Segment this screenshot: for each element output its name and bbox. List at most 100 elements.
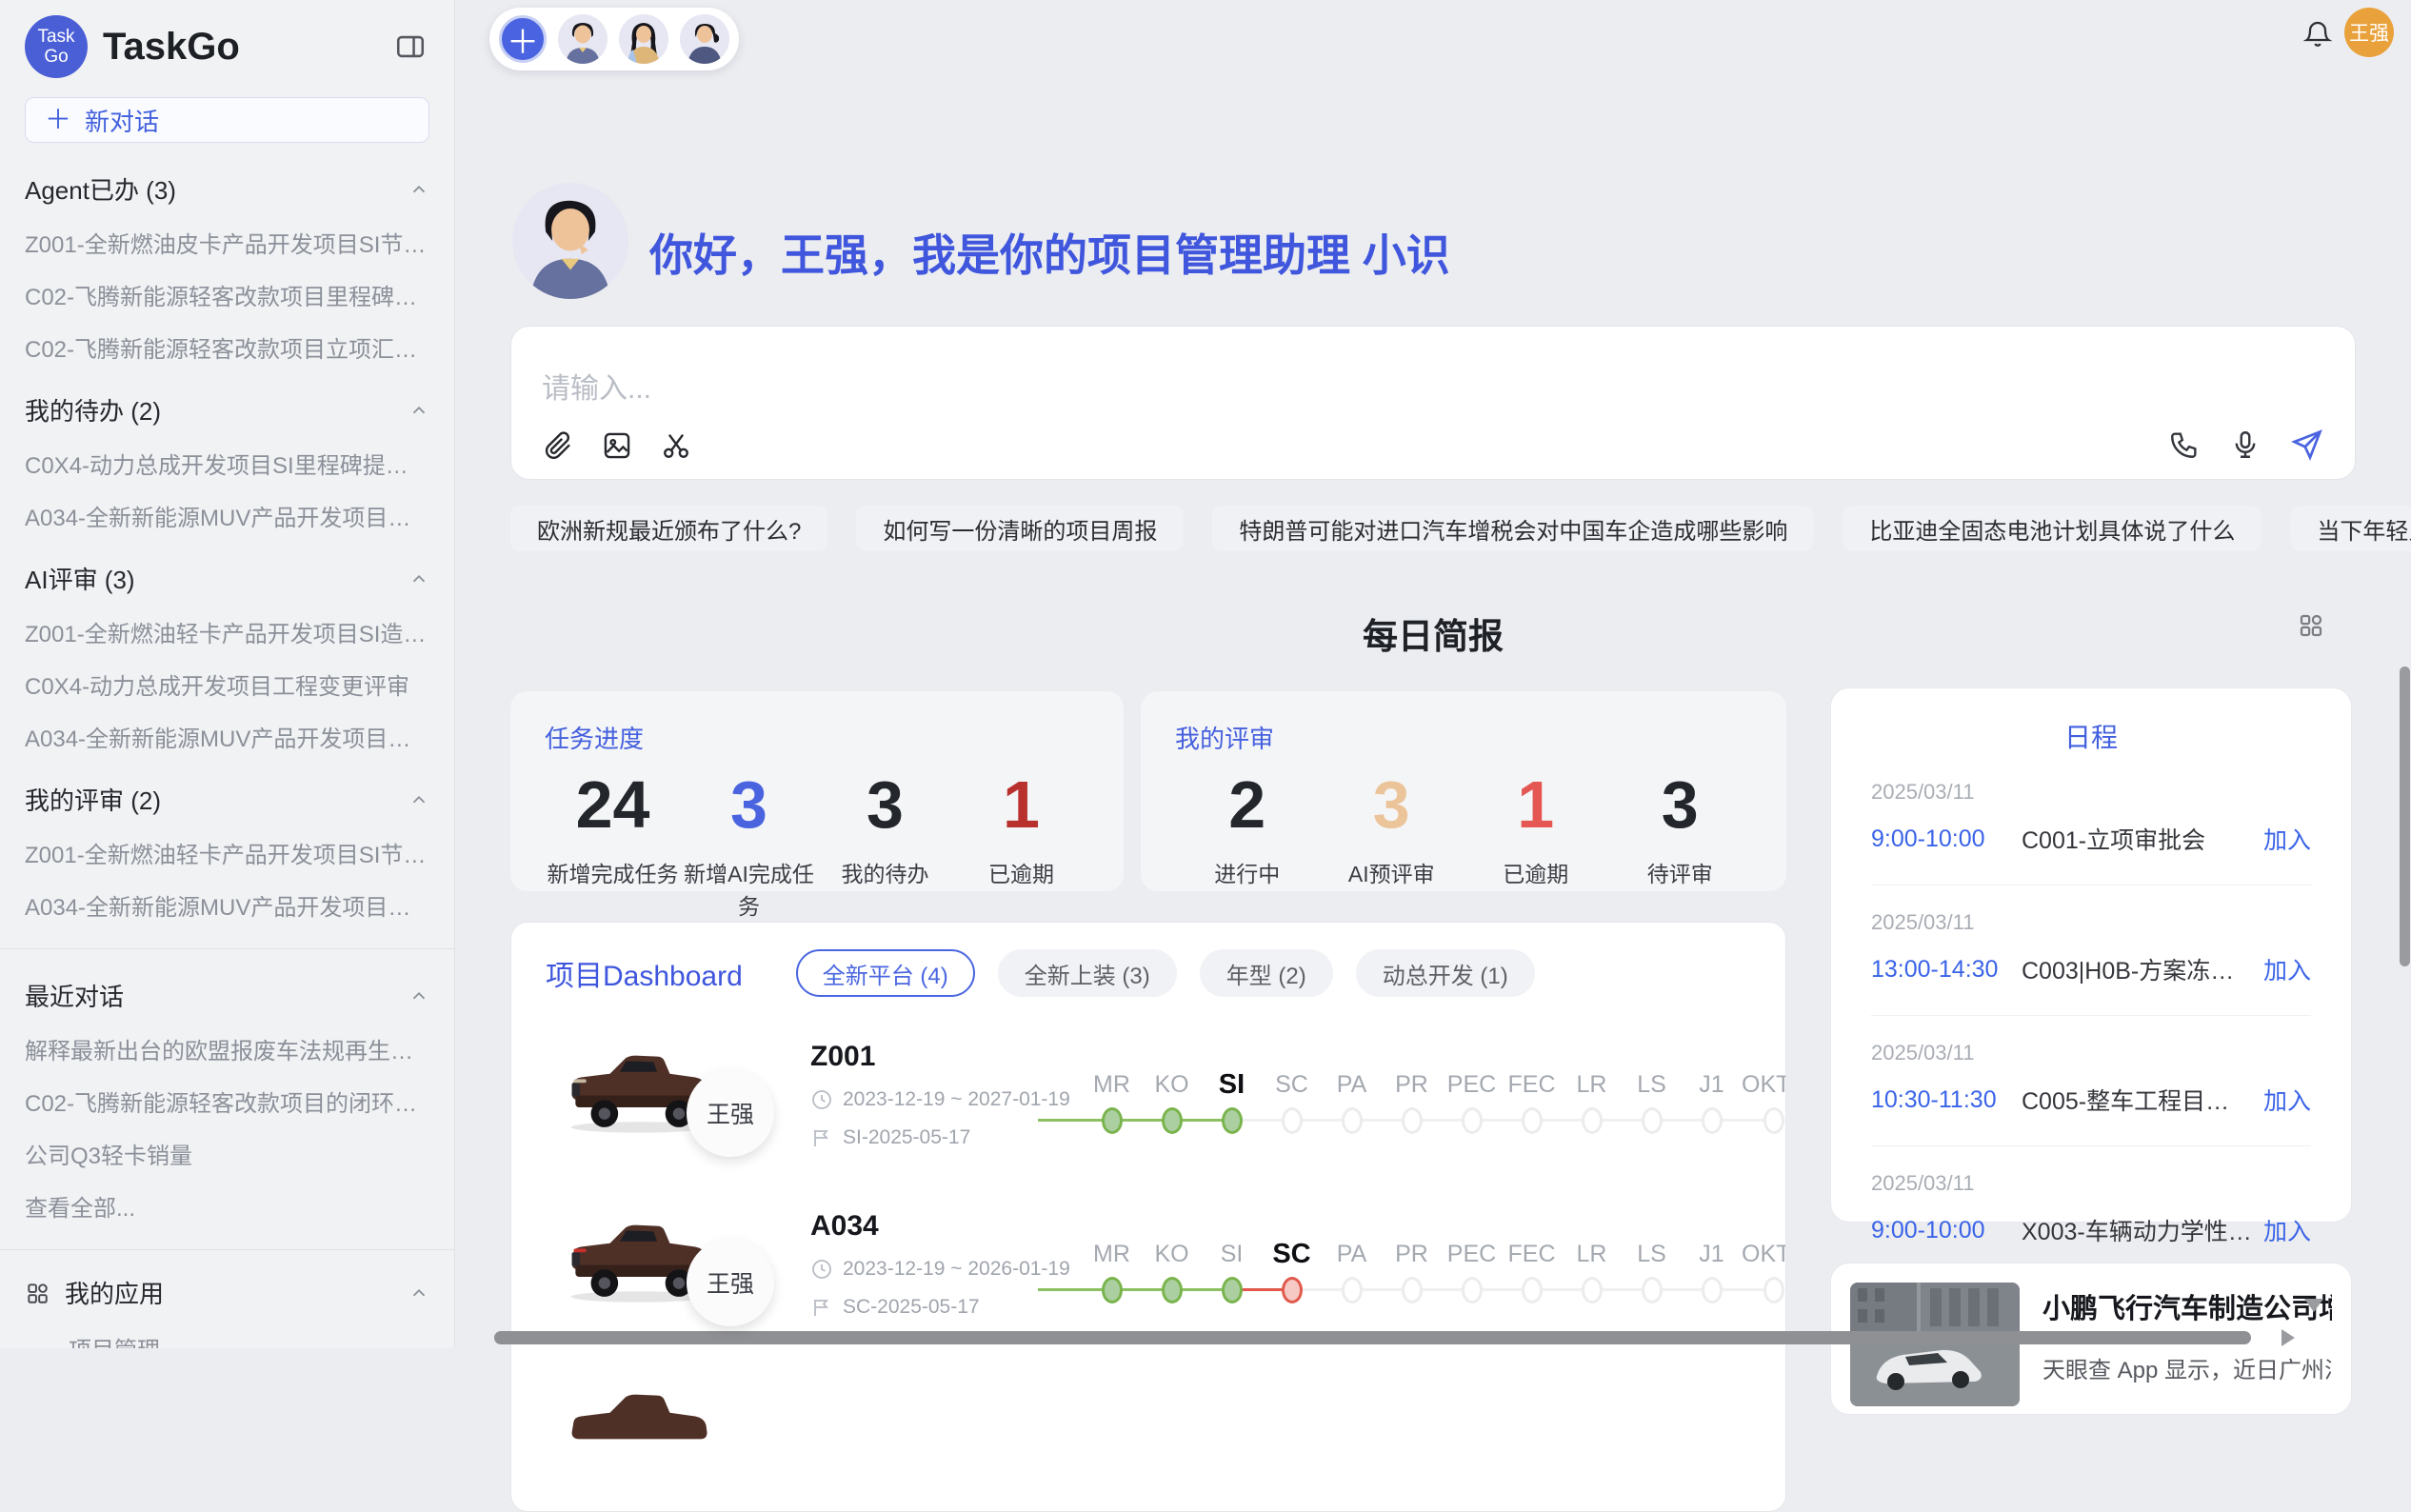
milestone-dot-si[interactable] (1222, 1277, 1243, 1303)
chevron-up-icon (408, 400, 429, 421)
suggestion-chip[interactable]: 比亚迪全固态电池计划具体说了什么 (1843, 506, 2262, 551)
milestone-label-oktb: OKTB (1742, 1233, 1786, 1275)
image-icon[interactable] (601, 429, 633, 462)
scroll-right-arrow[interactable] (2281, 1329, 2295, 1346)
list-item[interactable]: 公司Q3轻卡销量 (25, 1137, 429, 1170)
milestone-dot-ko[interactable] (1162, 1107, 1183, 1134)
join-meeting-link[interactable]: 加入 (2263, 952, 2311, 986)
list-item[interactable]: Z001-全新燃油轻卡产品开发项目SI节点属性5D文件评审 (25, 836, 429, 869)
list-item[interactable]: C0X4-动力总成开发项目SI里程碑提交物检查 (25, 447, 429, 480)
vertical-scrollbar[interactable] (2400, 666, 2410, 966)
join-meeting-link[interactable]: 加入 (2263, 1083, 2311, 1117)
user-avatar[interactable]: 王强 (2344, 8, 2394, 57)
milestone-dot-oktb[interactable] (1763, 1107, 1784, 1134)
tab-powertrain[interactable]: 动总开发 (1) (1356, 949, 1535, 997)
milestone-dot-pr[interactable] (1402, 1107, 1423, 1134)
list-item[interactable]: 解释最新出台的欧盟报废车法规再生塑料比例被调至15%... (25, 1032, 429, 1065)
milestone-dot-pa[interactable] (1342, 1277, 1363, 1303)
scroll-down-arrow[interactable] (2304, 1299, 2323, 1312)
milestone-dot-sc[interactable] (1282, 1277, 1303, 1303)
send-icon[interactable] (2290, 428, 2324, 462)
owner-name: 王强 (707, 1096, 754, 1130)
milestone-dot-lr[interactable] (1582, 1277, 1603, 1303)
agent-avatar-3[interactable] (680, 14, 729, 64)
milestone-label-pec: PEC (1442, 1064, 1502, 1105)
tab-model-year[interactable]: 年型 (2) (1200, 949, 1333, 997)
join-meeting-link[interactable]: 加入 (2263, 822, 2311, 856)
section-header-agent-done[interactable]: Agent已办 (3) (25, 171, 429, 207)
milestone-dot-ls[interactable] (1642, 1107, 1663, 1134)
join-meeting-link[interactable]: 加入 (2263, 1213, 2311, 1247)
chevron-up-icon (408, 568, 429, 589)
list-item[interactable]: C0X4-动力总成开发项目工程变更评审 (25, 667, 429, 701)
milestone-dot-oktb[interactable] (1763, 1277, 1784, 1303)
metric-label: AI预评审 (1320, 856, 1465, 888)
scissors-icon[interactable] (660, 429, 692, 462)
tab-new-platform[interactable]: 全新平台 (4) (796, 949, 975, 997)
project-row[interactable]: 王强 Z001 2023-12-19 ~ 2027-01-19 SI (546, 1024, 1751, 1166)
new-chat-button[interactable]: ＋ 新对话 (25, 97, 429, 143)
milestone-dot-mr[interactable] (1102, 1277, 1123, 1303)
add-conversation-button[interactable]: ＋ (499, 15, 547, 63)
notification-bell-button[interactable] (2302, 19, 2333, 50)
milestone-dot-j1[interactable] (1702, 1107, 1723, 1134)
milestone-dot-fec[interactable] (1522, 1277, 1543, 1303)
phone-icon[interactable] (2168, 428, 2201, 461)
new-chat-label: 新对话 (85, 103, 159, 138)
suggestion-chip[interactable]: 如何写一份清晰的项目周报 (856, 506, 1184, 551)
milestone-dot-mr[interactable] (1102, 1107, 1123, 1134)
view-all-chats-link[interactable]: 查看全部... (25, 1189, 429, 1223)
metric-label: 进行中 (1175, 856, 1320, 888)
section-header-recent-chats[interactable]: 最近对话 (25, 978, 429, 1013)
milestone-label-pa: PA (1322, 1064, 1382, 1105)
card-title: 任务进度 (545, 720, 1089, 755)
metric-overdue: 1 已逾期 (953, 768, 1089, 921)
list-item[interactable]: A034-全新新能源MUV产品开发项目造型可行性评审 (25, 888, 429, 922)
suggestion-chip[interactable]: 特朗普可能对进口汽车增税会对中国车企造成哪些影响 (1212, 506, 1814, 551)
sidebar-item-project-mgmt[interactable]: 项目管理 (69, 1331, 429, 1348)
milestone-dot-si[interactable] (1222, 1107, 1243, 1134)
milestone-dot-fec[interactable] (1522, 1107, 1543, 1134)
chat-input-box[interactable]: 请输入... (510, 326, 2356, 480)
paperclip-icon[interactable] (542, 429, 574, 462)
milestone-dot-ls[interactable] (1642, 1277, 1663, 1303)
list-item[interactable]: Z001-全新燃油轻卡产品开发项目SI造型提交物评审 (25, 615, 429, 648)
briefing-layout-button[interactable] (2297, 611, 2325, 640)
milestone-label-lr: LR (1562, 1064, 1622, 1105)
list-item[interactable]: A034-全新新能源MUV产品开发项目法规符合性评审 (25, 720, 429, 753)
milestone-dot-sc[interactable] (1282, 1107, 1303, 1134)
list-item[interactable]: C02-飞腾新能源轻客改款项目里程碑画布 (25, 278, 429, 311)
sidebar-collapse-button[interactable] (391, 28, 429, 66)
list-item[interactable]: A034-全新新能源MUV产品开发项目计划变更表编写 (25, 499, 429, 532)
section-title: 最近对话 (25, 978, 124, 1013)
project-row-partial (546, 1363, 1751, 1505)
tab-new-body[interactable]: 全新上装 (3) (998, 949, 1177, 997)
section-header-my-todo[interactable]: 我的待办 (2) (25, 392, 429, 428)
suggestion-chip[interactable]: 欧洲新规最近颁布了什么? (510, 506, 827, 551)
chevron-up-icon (408, 179, 429, 200)
project-row[interactable]: 王强 A034 2023-12-19 ~ 2026-01-19 SC (546, 1193, 1751, 1336)
schedule-date: 2025/03/11 (1871, 780, 2311, 805)
suggestion-chip[interactable]: 当下年轻人对汽车外观有怎样的喜好趋势 (2290, 506, 2411, 551)
list-item[interactable]: Z001-全新燃油皮卡产品开发项目SI节点Lesson Learn报告 (25, 226, 429, 259)
schedule-time: 13:00-14:30 (1871, 956, 2022, 984)
list-item[interactable]: C02-飞腾新能源轻客改款项目的闭环通告反馈情况 (25, 1084, 429, 1118)
mic-icon[interactable] (2229, 428, 2262, 461)
metric-pending-review: 3 待评审 (1608, 768, 1753, 888)
milestone-dot-ko[interactable] (1162, 1277, 1183, 1303)
milestone-dot-j1[interactable] (1702, 1277, 1723, 1303)
agent-avatar-1[interactable] (558, 14, 608, 64)
sidebar-item-my-apps[interactable]: 我的应用 (25, 1275, 429, 1310)
section-header-ai-review[interactable]: AI评审 (3) (25, 561, 429, 596)
section-header-my-review[interactable]: 我的评审 (2) (25, 782, 429, 817)
section-title: 我的待办 (2) (25, 392, 161, 428)
milestone-dot-pec[interactable] (1462, 1107, 1483, 1134)
agent-avatar-2[interactable] (619, 14, 668, 64)
milestone-dot-pr[interactable] (1402, 1277, 1423, 1303)
milestone-dot-pec[interactable] (1462, 1277, 1483, 1303)
milestone-label-mr: MR (1082, 1233, 1142, 1275)
list-item[interactable]: C02-飞腾新能源轻客改款项目立项汇报方案 (25, 330, 429, 364)
milestone-dot-lr[interactable] (1582, 1107, 1603, 1134)
horizontal-scrollbar[interactable] (494, 1331, 2251, 1344)
milestone-dot-pa[interactable] (1342, 1107, 1363, 1134)
